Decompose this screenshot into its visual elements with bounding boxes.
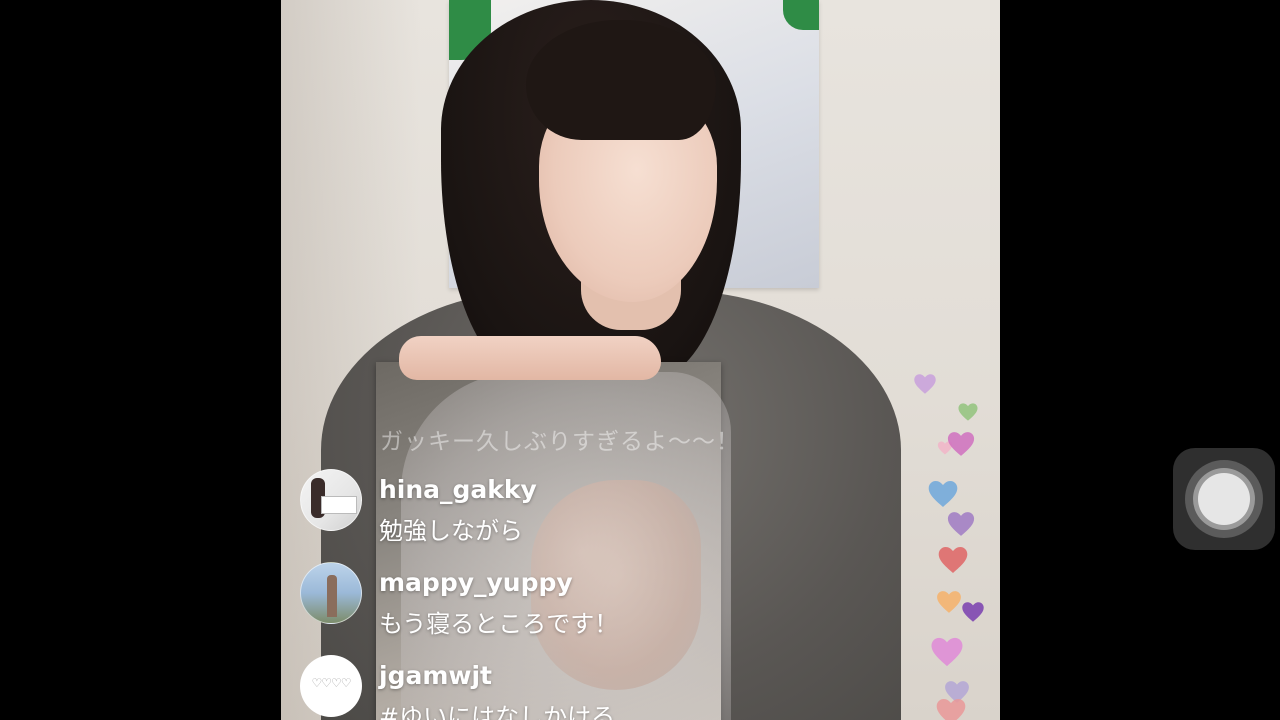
heart-icon xyxy=(947,431,976,457)
comment-item: mappy_yuppy もう寝るところです！ xyxy=(300,562,720,654)
comment-message: 勉強しながら xyxy=(379,517,523,545)
streamer-hands xyxy=(399,336,661,380)
fading-comment: ガッキー久しぶりすぎるよ〜〜！ xyxy=(380,429,740,455)
heart-icon xyxy=(930,636,964,667)
comment-message: もう寝るところです！ xyxy=(379,610,619,638)
heart-icon xyxy=(961,601,984,623)
profile-photo-card-icon[interactable] xyxy=(300,469,362,531)
heart-icon xyxy=(947,511,976,537)
screen: ガッキー久しぶりすぎるよ〜〜！ hina_gakky 勉強しながら mappy_… xyxy=(0,0,1280,720)
heart-icon xyxy=(913,373,936,395)
comment-message: #ゆいにはなしかける xyxy=(379,703,616,720)
heart-icon xyxy=(936,590,962,614)
comment-username[interactable]: mappy_yuppy xyxy=(379,568,573,597)
heart-icon xyxy=(937,546,968,575)
comment-username[interactable]: hina_gakky xyxy=(379,475,537,504)
comment-username[interactable]: jgamwjt xyxy=(379,661,492,690)
profile-photo-tower-icon[interactable] xyxy=(300,562,362,624)
comment-item: hina_gakky 勉強しながら xyxy=(300,469,720,561)
heart-icon xyxy=(935,698,966,720)
comment-item: ♡♡♡♡ jgamwjt #ゆいにはなしかける xyxy=(300,655,720,720)
heart-icon xyxy=(958,402,979,421)
heart-icon xyxy=(927,480,958,509)
assistive-touch-icon[interactable] xyxy=(1173,448,1275,550)
profile-photo-hearts-icon[interactable]: ♡♡♡♡ xyxy=(300,655,362,717)
